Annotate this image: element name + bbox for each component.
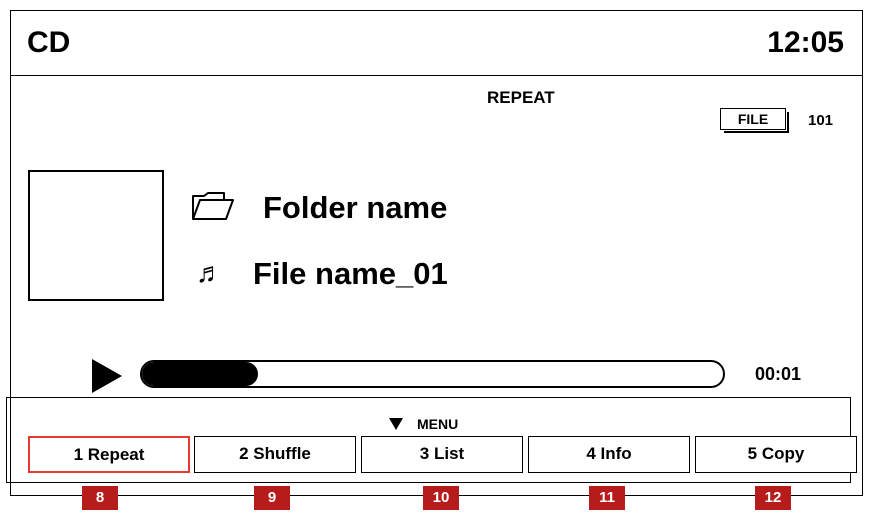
callout-label: 12 <box>755 486 791 510</box>
repeat-status-indicator: REPEAT <box>487 88 555 107</box>
callout-label: 11 <box>589 486 625 510</box>
play-icon[interactable] <box>92 359 122 393</box>
progress-bar[interactable] <box>140 360 725 388</box>
file-name: File name_01 <box>253 256 448 291</box>
callout-label: 8 <box>82 486 118 510</box>
menu-button-repeat[interactable]: 1 Repeat <box>28 436 190 473</box>
file-count: 101 <box>808 112 834 129</box>
clock: 12:05 <box>767 26 844 59</box>
triangle-down-icon <box>389 418 403 430</box>
menu-button-list[interactable]: 3 List <box>361 436 523 473</box>
callout-label: 9 <box>254 486 290 510</box>
menu-caption-label: MENU <box>417 416 459 432</box>
folder-open-icon <box>192 192 234 220</box>
music-note-icon: ♬ <box>196 257 224 288</box>
album-art-placeholder <box>28 170 164 301</box>
menu-button-info[interactable]: 4 Info <box>528 436 690 473</box>
folder-name: Folder name <box>263 190 448 225</box>
header-bar: CD 12:05 <box>11 11 862 76</box>
elapsed-time: 00:01 <box>755 364 802 384</box>
callout-label: 10 <box>423 486 459 510</box>
menu-button-shuffle[interactable]: 2 Shuffle <box>194 436 356 473</box>
menu-caption[interactable]: MENU <box>389 416 458 432</box>
source-title: CD <box>27 26 71 59</box>
file-badge: FILE <box>720 108 789 133</box>
progress-fill <box>142 362 259 386</box>
menu-button-copy[interactable]: 5 Copy <box>695 436 857 473</box>
